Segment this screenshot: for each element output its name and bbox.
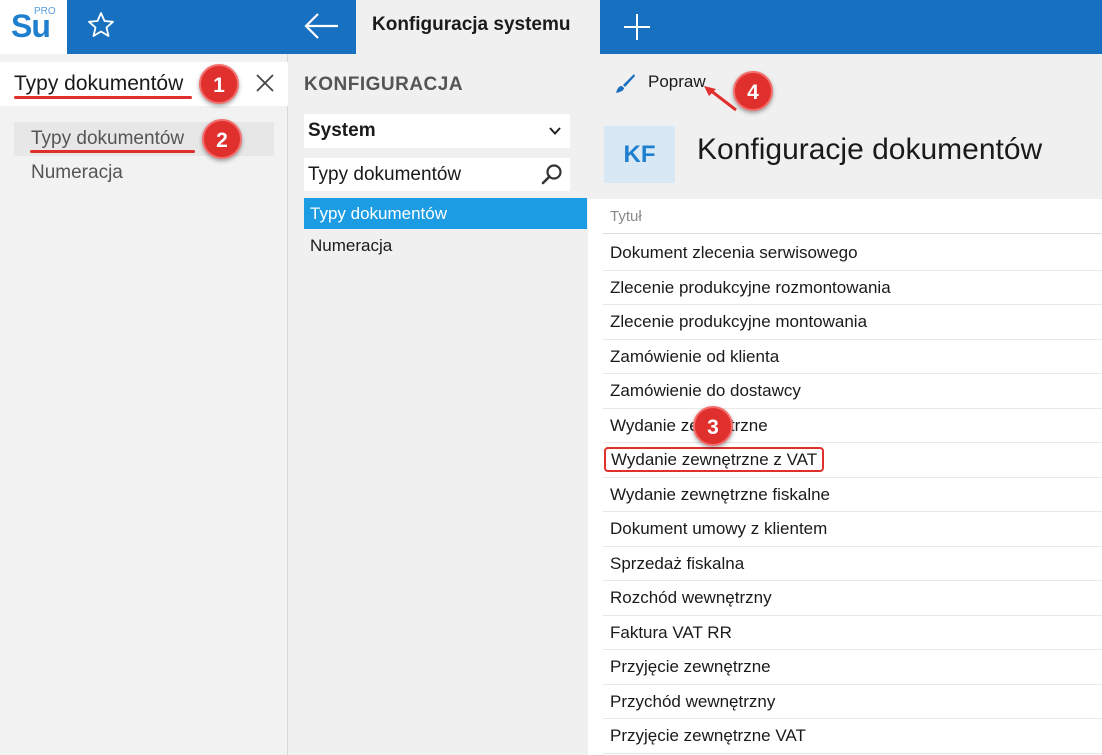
row-title: Zamówienie do dostawcy: [610, 381, 801, 400]
row-title: Zlecenie produkcyjne rozmontowania: [610, 277, 891, 297]
table-row[interactable]: Rozchód wewnętrzny: [603, 581, 1102, 616]
tab-konfiguracja-systemu[interactable]: Konfiguracja systemu: [356, 0, 600, 54]
callout-badge: 1: [199, 64, 239, 104]
search-input-value: Typy dokumentów: [14, 72, 184, 95]
search-input[interactable]: Typy dokumentów: [0, 62, 288, 106]
table-row[interactable]: Dokument zlecenia serwisowego: [603, 236, 1102, 271]
table-row[interactable]: Zlecenie produkcyjne rozmontowania: [603, 271, 1102, 305]
table-row[interactable]: Przyjęcie zewnętrzne VAT: [603, 719, 1102, 754]
row-title: Dokument umowy z klientem: [610, 519, 828, 538]
plus-icon[interactable]: [620, 10, 654, 44]
row-title: Wydanie zewnętrzne: [610, 415, 768, 435]
callout-badge: 4: [733, 71, 773, 111]
table-row[interactable]: Wydanie zewnętrzne: [603, 409, 1102, 443]
row-title: Dokument zlecenia serwisowego: [610, 243, 858, 262]
logo-badge: PRO: [34, 6, 56, 17]
popraw-label: Popraw: [648, 72, 706, 91]
back-arrow-icon[interactable]: [300, 8, 344, 44]
top-bar: Su PRO Konfiguracja systemu: [0, 0, 1102, 54]
app-logo[interactable]: Su PRO: [0, 0, 67, 54]
table-header[interactable]: Tytuł: [603, 199, 1102, 234]
row-title: Faktura VAT RR: [610, 622, 732, 642]
category-select[interactable]: System: [304, 114, 570, 148]
panel-title: KONFIGURACJA: [304, 74, 464, 95]
annotation-underline: [14, 96, 192, 99]
row-title: Rozchód wewnętrzny: [610, 588, 772, 607]
star-icon[interactable]: [86, 10, 116, 40]
search-result-item[interactable]: Numeracja: [14, 156, 274, 190]
row-title: Wydanie zewnętrzne fiskalne: [610, 484, 831, 504]
table-row[interactable]: Faktura VAT RR: [603, 616, 1102, 650]
nav-item-typy-dokumentow[interactable]: Typy dokumentów: [304, 198, 587, 229]
nav-search-value: Typy dokumentów: [308, 164, 462, 185]
table-row[interactable]: Przyjęcie zewnętrzne: [603, 650, 1102, 685]
toolbar: Popraw: [588, 54, 1102, 111]
callout-badge: 3: [693, 406, 733, 446]
page-title: Konfiguracje dokumentów: [697, 133, 1043, 166]
chevron-down-icon: [549, 127, 561, 135]
document-config-panel: Popraw KF Konfiguracje dokumentów Tytuł …: [588, 54, 1102, 755]
table-row-highlighted[interactable]: Wydanie zewnętrzne z VAT: [603, 443, 1102, 478]
documents-table: Tytuł Dokument zlecenia serwisowego Zlec…: [603, 199, 1102, 755]
row-title: Zlecenie produkcyjne montowania: [610, 312, 868, 331]
configuration-nav-panel: KONFIGURACJA System Typy dokumentów Typy…: [288, 54, 588, 755]
select-value: System: [308, 120, 376, 141]
table-row[interactable]: Przychód wewnętrzny: [603, 685, 1102, 719]
nav-search-input[interactable]: Typy dokumentów: [304, 158, 570, 191]
brush-icon: [616, 74, 635, 93]
table-row[interactable]: Wydanie zewnętrzne fiskalne: [603, 478, 1102, 512]
annotation-underline: [30, 150, 195, 153]
table-row[interactable]: Dokument umowy z klientem: [603, 512, 1102, 547]
column-header-title: Tytuł: [610, 208, 642, 225]
table-row[interactable]: Zlecenie produkcyjne montowania: [603, 305, 1102, 340]
avatar: KF: [604, 126, 675, 183]
table-row[interactable]: Sprzedaż fiskalna: [603, 547, 1102, 581]
callout-badge: 2: [202, 119, 242, 159]
row-title: Przyjęcie zewnętrzne: [610, 657, 771, 676]
nav-item-numeracja[interactable]: Numeracja: [304, 230, 587, 261]
table-row[interactable]: Zamówienie od klienta: [603, 340, 1102, 374]
left-search-panel: Typy dokumentów Typy dokumentów Numeracj…: [0, 54, 288, 755]
row-title: Wydanie zewnętrzne z VAT: [604, 447, 825, 472]
table-row[interactable]: Zamówienie do dostawcy: [603, 374, 1102, 409]
page-header: KF Konfiguracje dokumentów: [588, 111, 1102, 199]
row-title: Zamówienie od klienta: [610, 346, 780, 366]
tab-label: Konfiguracja systemu: [372, 14, 571, 35]
row-title: Przychód wewnętrzny: [610, 691, 776, 711]
row-title: Przyjęcie zewnętrzne VAT: [610, 726, 806, 745]
search-icon[interactable]: [540, 162, 564, 186]
row-title: Sprzedaż fiskalna: [610, 553, 745, 573]
close-icon[interactable]: [254, 72, 276, 94]
